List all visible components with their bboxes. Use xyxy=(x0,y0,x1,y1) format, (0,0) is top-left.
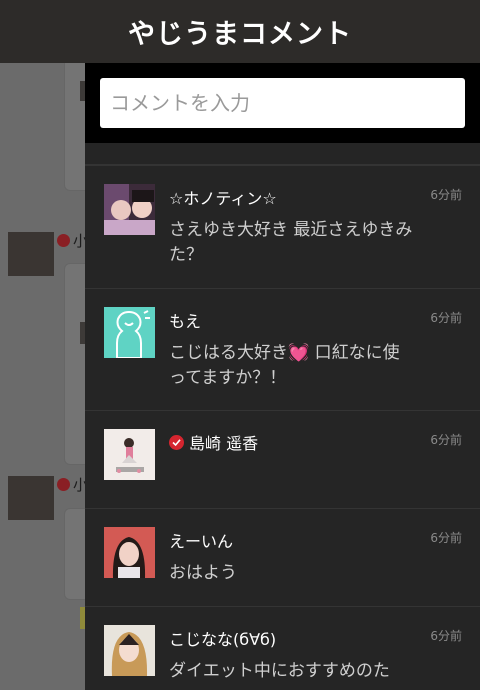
comment-drawer[interactable]: ☆ホノティン☆ 6分前 さえゆき大好き 最近さえゆきみた？ もえ 6分前 こじは… xyxy=(85,63,480,690)
avatar[interactable] xyxy=(104,307,155,358)
comment-item[interactable]: こじなな(б∀б) 6分前 ダイエット中におすすめのた xyxy=(85,606,480,690)
comment-header: 島崎 遥香 xyxy=(169,430,258,454)
avatar[interactable] xyxy=(104,625,155,676)
app-header: やじうまコメント xyxy=(0,0,480,63)
verified-icon xyxy=(57,478,70,491)
comment-text: ダイエット中におすすめのた xyxy=(169,661,390,681)
comment-item[interactable]: 島崎 遥香 6分前 xyxy=(85,410,480,509)
avatar[interactable] xyxy=(104,527,155,578)
background-avatar xyxy=(8,476,54,520)
comment-time: 6分前 xyxy=(430,311,462,325)
comment-username[interactable]: こじなな(б∀б) xyxy=(169,626,276,650)
comment-header: えーいん xyxy=(169,528,233,552)
verified-icon xyxy=(169,434,184,450)
comment-username[interactable]: えーいん xyxy=(169,528,233,552)
comment-input[interactable] xyxy=(100,78,465,128)
default-avatar-icon xyxy=(104,307,155,358)
comment-input-bar xyxy=(85,63,480,143)
comment-item[interactable]: えーいん 6分前 おはよう xyxy=(85,508,480,607)
comment-username[interactable]: ☆ホノティン☆ xyxy=(169,185,277,209)
verified-icon xyxy=(57,234,70,247)
comment-time: 6分前 xyxy=(430,531,462,545)
comment-text: こじはる大好き💓 口紅なに使ってますか？！ xyxy=(169,343,400,388)
page-title: やじうまコメント xyxy=(128,19,352,50)
comment-header: ☆ホノティン☆ xyxy=(169,185,277,209)
comment-text: おはよう xyxy=(169,563,237,583)
background-avatar xyxy=(8,232,54,276)
comment-username[interactable]: 島崎 遥香 xyxy=(189,430,258,454)
comment-time: 6分前 xyxy=(430,433,462,447)
comment-text: さえゆき大好き 最近さえゆきみた？ xyxy=(169,220,413,265)
comment-item[interactable]: もえ 6分前 こじはる大好き💓 口紅なに使ってますか？！ xyxy=(85,288,480,411)
avatar[interactable] xyxy=(104,184,155,235)
comment-time: 6分前 xyxy=(430,629,462,643)
comment-item[interactable]: ☆ホノティン☆ 6分前 さえゆき大好き 最近さえゆきみた？ xyxy=(85,165,480,289)
comment-header: こじなな(б∀б) xyxy=(169,626,276,650)
comment-header: もえ xyxy=(169,308,201,332)
comment-time: 6分前 xyxy=(430,188,462,202)
avatar[interactable] xyxy=(104,429,155,480)
comment-username[interactable]: もえ xyxy=(169,308,201,332)
